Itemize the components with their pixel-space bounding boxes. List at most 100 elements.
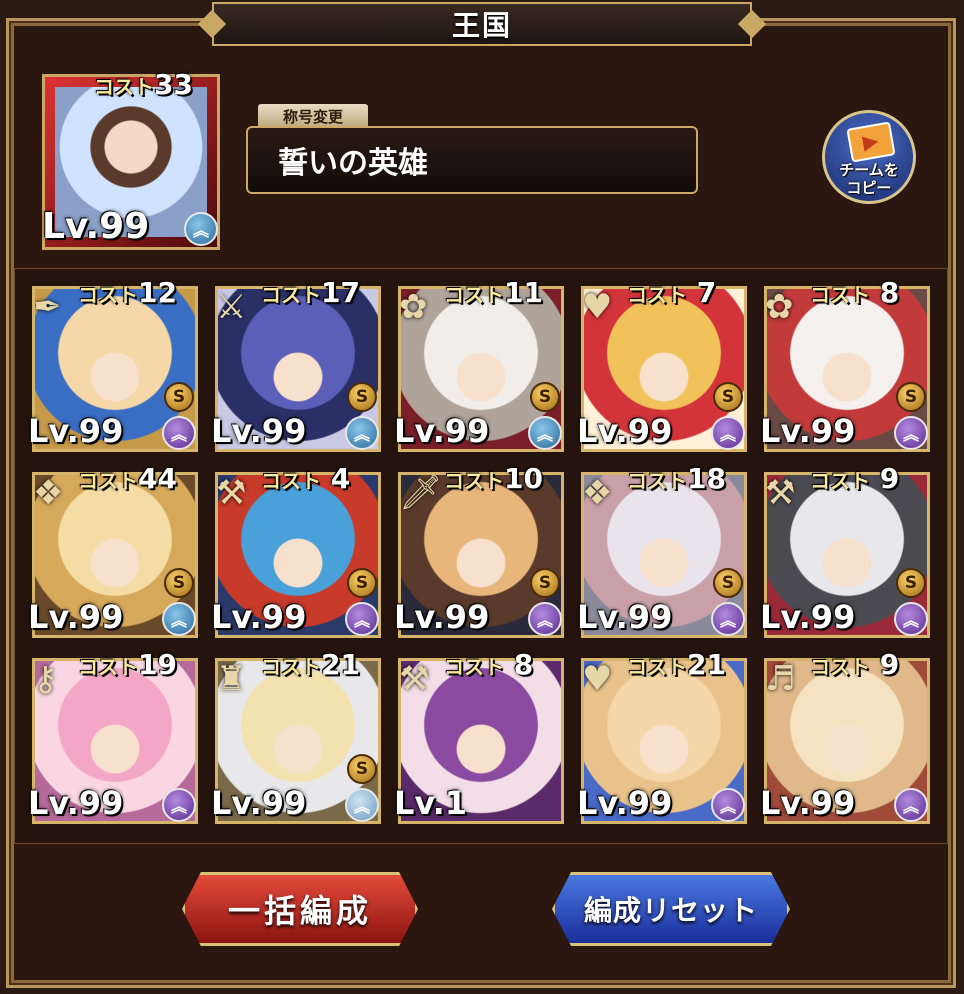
unit-level: Lv.99 bbox=[760, 784, 856, 822]
unit-cost: コスト 9 bbox=[810, 648, 899, 681]
unit-level: Lv.99 bbox=[394, 412, 490, 450]
tool-icon: ⚒ bbox=[399, 659, 430, 699]
s-badge-icon: S bbox=[896, 568, 926, 598]
unit-level: Lv.99 bbox=[760, 412, 856, 450]
unit-cost-value: 9 bbox=[870, 648, 900, 681]
rename-title-tab[interactable]: 称号変更 bbox=[258, 104, 368, 128]
s-badge-icon: S bbox=[530, 382, 560, 412]
flower-icon: ✿ bbox=[399, 287, 428, 327]
feather-icon: ✒ bbox=[33, 287, 62, 327]
rank-up-icon: ︽ bbox=[894, 788, 928, 822]
unit-cost-value: 8 bbox=[870, 276, 900, 309]
unit-cost-label: コスト bbox=[261, 283, 321, 307]
leader-cost-value: 33 bbox=[154, 68, 193, 101]
unit-level: Lv.99 bbox=[577, 412, 673, 450]
key-icon: ⚷ bbox=[33, 659, 58, 699]
rank-up-icon: ︽ bbox=[711, 416, 745, 450]
copy-cards-icon bbox=[846, 121, 896, 163]
unit-cost: コスト17 bbox=[261, 276, 360, 309]
unit-cost: コスト 8 bbox=[444, 648, 533, 681]
crest-icon: ❖ bbox=[582, 473, 613, 513]
unit-cost-value: 18 bbox=[687, 462, 726, 495]
rank-up-icon: ︽ bbox=[162, 416, 196, 450]
heart-icon: ♥ bbox=[582, 659, 613, 699]
rank-up-icon: ︽ bbox=[711, 788, 745, 822]
unit-cost-label: コスト bbox=[627, 655, 687, 679]
rank-up-icon: ︽ bbox=[345, 788, 379, 822]
unit-level: Lv.99 bbox=[28, 412, 124, 450]
unit-level: Lv.99 bbox=[577, 784, 673, 822]
s-badge-icon: S bbox=[164, 382, 194, 412]
unit-cost: コスト 4 bbox=[261, 462, 350, 495]
unit-level: Lv.99 bbox=[760, 598, 856, 636]
bulk-formation-button[interactable]: 一括編成 bbox=[182, 872, 418, 946]
unit-level: Lv.99 bbox=[28, 784, 124, 822]
unit-level: Lv.99 bbox=[394, 598, 490, 636]
leader-rank-icon: ︽ bbox=[184, 212, 218, 246]
unit-cost-label: コスト bbox=[444, 655, 504, 679]
unit-cost: コスト11 bbox=[444, 276, 543, 309]
unit-cost-label: コスト bbox=[810, 469, 870, 493]
s-badge-icon: S bbox=[347, 568, 377, 598]
unit-cost: コスト 8 bbox=[810, 276, 899, 309]
unit-cost-label: コスト bbox=[627, 469, 687, 493]
harp-icon: ♬ bbox=[765, 659, 796, 699]
unit-cost-label: コスト bbox=[261, 655, 321, 679]
unit-level: Lv.99 bbox=[211, 784, 307, 822]
unit-cost: コスト 9 bbox=[810, 462, 899, 495]
heart-icon: ♥ bbox=[582, 287, 613, 327]
leader-level: Lv.99 bbox=[42, 206, 150, 247]
unit-cost-value: 8 bbox=[504, 648, 534, 681]
unit-cost: コスト19 bbox=[78, 648, 177, 681]
axe-icon: ⚒ bbox=[216, 473, 247, 513]
s-badge-icon: S bbox=[896, 382, 926, 412]
unit-cost-value: 21 bbox=[687, 648, 726, 681]
unit-level: Lv.99 bbox=[577, 598, 673, 636]
unit-cost: コスト21 bbox=[627, 648, 726, 681]
unit-cost-label: コスト bbox=[78, 283, 138, 307]
crest-icon: ❖ bbox=[33, 473, 64, 513]
copy-team-button[interactable]: チームを コピー bbox=[822, 110, 916, 204]
unit-cost: コスト21 bbox=[261, 648, 360, 681]
unit-cost-label: コスト bbox=[627, 283, 687, 307]
unit-cost-value: 21 bbox=[321, 648, 360, 681]
unit-cost-label: コスト bbox=[444, 469, 504, 493]
rank-up-icon: ︽ bbox=[711, 602, 745, 636]
unit-level: Lv.99 bbox=[28, 598, 124, 636]
unit-cost: コスト18 bbox=[627, 462, 726, 495]
s-badge-icon: S bbox=[530, 568, 560, 598]
current-title-field[interactable]: 誓いの英雄 bbox=[246, 126, 698, 194]
unit-cost-label: コスト bbox=[78, 469, 138, 493]
rank-up-icon: ︽ bbox=[345, 416, 379, 450]
unit-cost: コスト44 bbox=[78, 462, 177, 495]
rank-up-icon: ︽ bbox=[528, 416, 562, 450]
unit-cost-label: コスト bbox=[78, 655, 138, 679]
unit-cost-label: コスト bbox=[810, 283, 870, 307]
sword-icon: 🗡 bbox=[399, 473, 443, 513]
unit-cost-label: コスト bbox=[261, 469, 321, 493]
s-badge-icon: S bbox=[713, 568, 743, 598]
s-badge-icon: S bbox=[164, 568, 194, 598]
s-badge-icon: S bbox=[713, 382, 743, 412]
unit-cost-value: 4 bbox=[321, 462, 351, 495]
unit-cost-label: コスト bbox=[444, 283, 504, 307]
rank-up-icon: ︽ bbox=[345, 602, 379, 636]
reset-formation-button[interactable]: 編成リセット bbox=[552, 872, 790, 946]
unit-cost-value: 44 bbox=[138, 462, 177, 495]
unit-cost-value: 11 bbox=[504, 276, 543, 309]
unit-cost-label: コスト bbox=[810, 655, 870, 679]
rank-up-icon: ︽ bbox=[894, 602, 928, 636]
s-badge-icon: S bbox=[347, 754, 377, 784]
castle-icon: ♜ bbox=[216, 659, 247, 699]
unit-cost-value: 19 bbox=[138, 648, 177, 681]
unit-cost: コスト12 bbox=[78, 276, 177, 309]
rank-up-icon: ︽ bbox=[162, 602, 196, 636]
unit-cost-value: 12 bbox=[138, 276, 177, 309]
s-badge-icon: S bbox=[347, 382, 377, 412]
leader-cost-label: コスト bbox=[94, 75, 154, 99]
unit-cost-value: 10 bbox=[504, 462, 543, 495]
unit-cost: コスト 7 bbox=[627, 276, 716, 309]
axe-icon: ⚒ bbox=[765, 473, 796, 513]
copy-team-label: チームを コピー bbox=[839, 161, 899, 197]
rank-up-icon: ︽ bbox=[162, 788, 196, 822]
